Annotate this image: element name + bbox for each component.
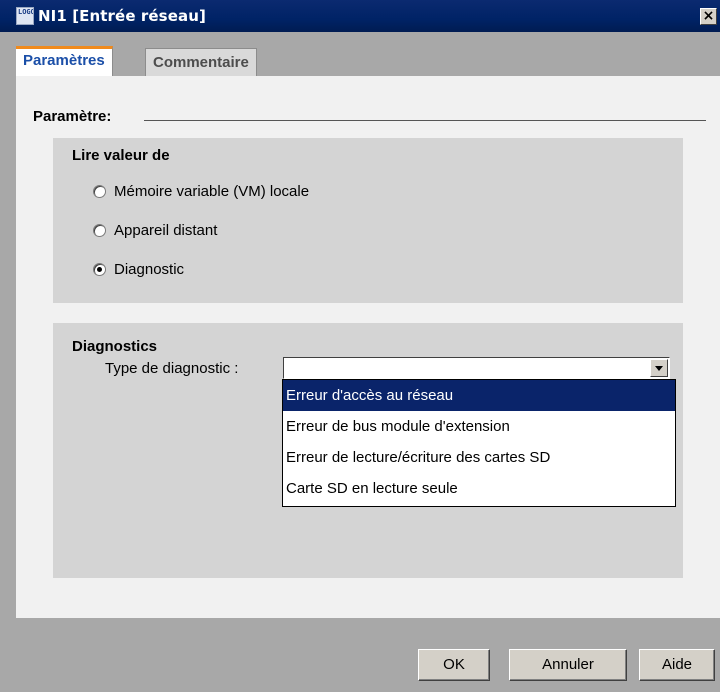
left-border	[0, 76, 16, 692]
ok-button[interactable]: OK	[418, 649, 490, 681]
diagnostics-group-title: Diagnostics	[72, 338, 158, 355]
radio-diagnostic[interactable]: Diagnostic	[93, 261, 184, 278]
tab-parametres[interactable]: Paramètres	[16, 46, 113, 76]
diagnostic-type-select[interactable]	[283, 357, 670, 379]
parameter-section-label: Paramètre:	[33, 108, 112, 125]
read-value-group-title: Lire valeur de	[72, 147, 170, 164]
dropdown-option[interactable]: Erreur de bus module d'extension	[283, 411, 675, 442]
radio-remote-device[interactable]: Appareil distant	[93, 222, 217, 239]
dialog-footer: OK Annuler Aide	[16, 618, 720, 692]
radio-button-checked-icon[interactable]	[93, 263, 106, 276]
dropdown-option[interactable]: Carte SD en lecture seule	[283, 473, 675, 504]
app-logo-icon: LOGO	[16, 7, 34, 25]
radio-label: Diagnostic	[114, 261, 185, 278]
help-button[interactable]: Aide	[639, 649, 715, 681]
radio-dot	[97, 267, 102, 272]
dropdown-option[interactable]: Erreur d'accès au réseau	[283, 380, 675, 411]
diagnostic-type-dropdown: Erreur d'accès au réseau Erreur de bus m…	[282, 379, 676, 507]
title-bar: LOGO NI1 [Entrée réseau] ×	[0, 0, 720, 32]
radio-button-icon[interactable]	[93, 185, 106, 198]
diagnostics-group: Diagnostics Type de diagnostic : Erreur …	[53, 323, 683, 578]
tab-strip: Paramètres Commentaire	[0, 32, 720, 76]
radio-label: Mémoire variable (VM) locale	[114, 183, 310, 200]
diagnostic-type-label: Type de diagnostic :	[105, 360, 239, 377]
radio-button-icon[interactable]	[93, 224, 106, 237]
radio-label: Appareil distant	[114, 222, 218, 239]
window-title: NI1 [Entrée réseau]	[38, 7, 206, 25]
radio-local-vm[interactable]: Mémoire variable (VM) locale	[93, 183, 309, 200]
read-value-group: Lire valeur de Mémoire variable (VM) loc…	[53, 138, 683, 303]
tab-commentaire[interactable]: Commentaire	[145, 48, 257, 76]
cancel-button[interactable]: Annuler	[509, 649, 627, 681]
close-button[interactable]: ×	[700, 8, 717, 25]
chevron-down-icon[interactable]	[650, 359, 668, 377]
dropdown-option[interactable]: Erreur de lecture/écriture des cartes SD	[283, 442, 675, 473]
parameters-panel: Paramètre: Lire valeur de Mémoire variab…	[16, 76, 720, 618]
section-divider	[144, 120, 706, 121]
